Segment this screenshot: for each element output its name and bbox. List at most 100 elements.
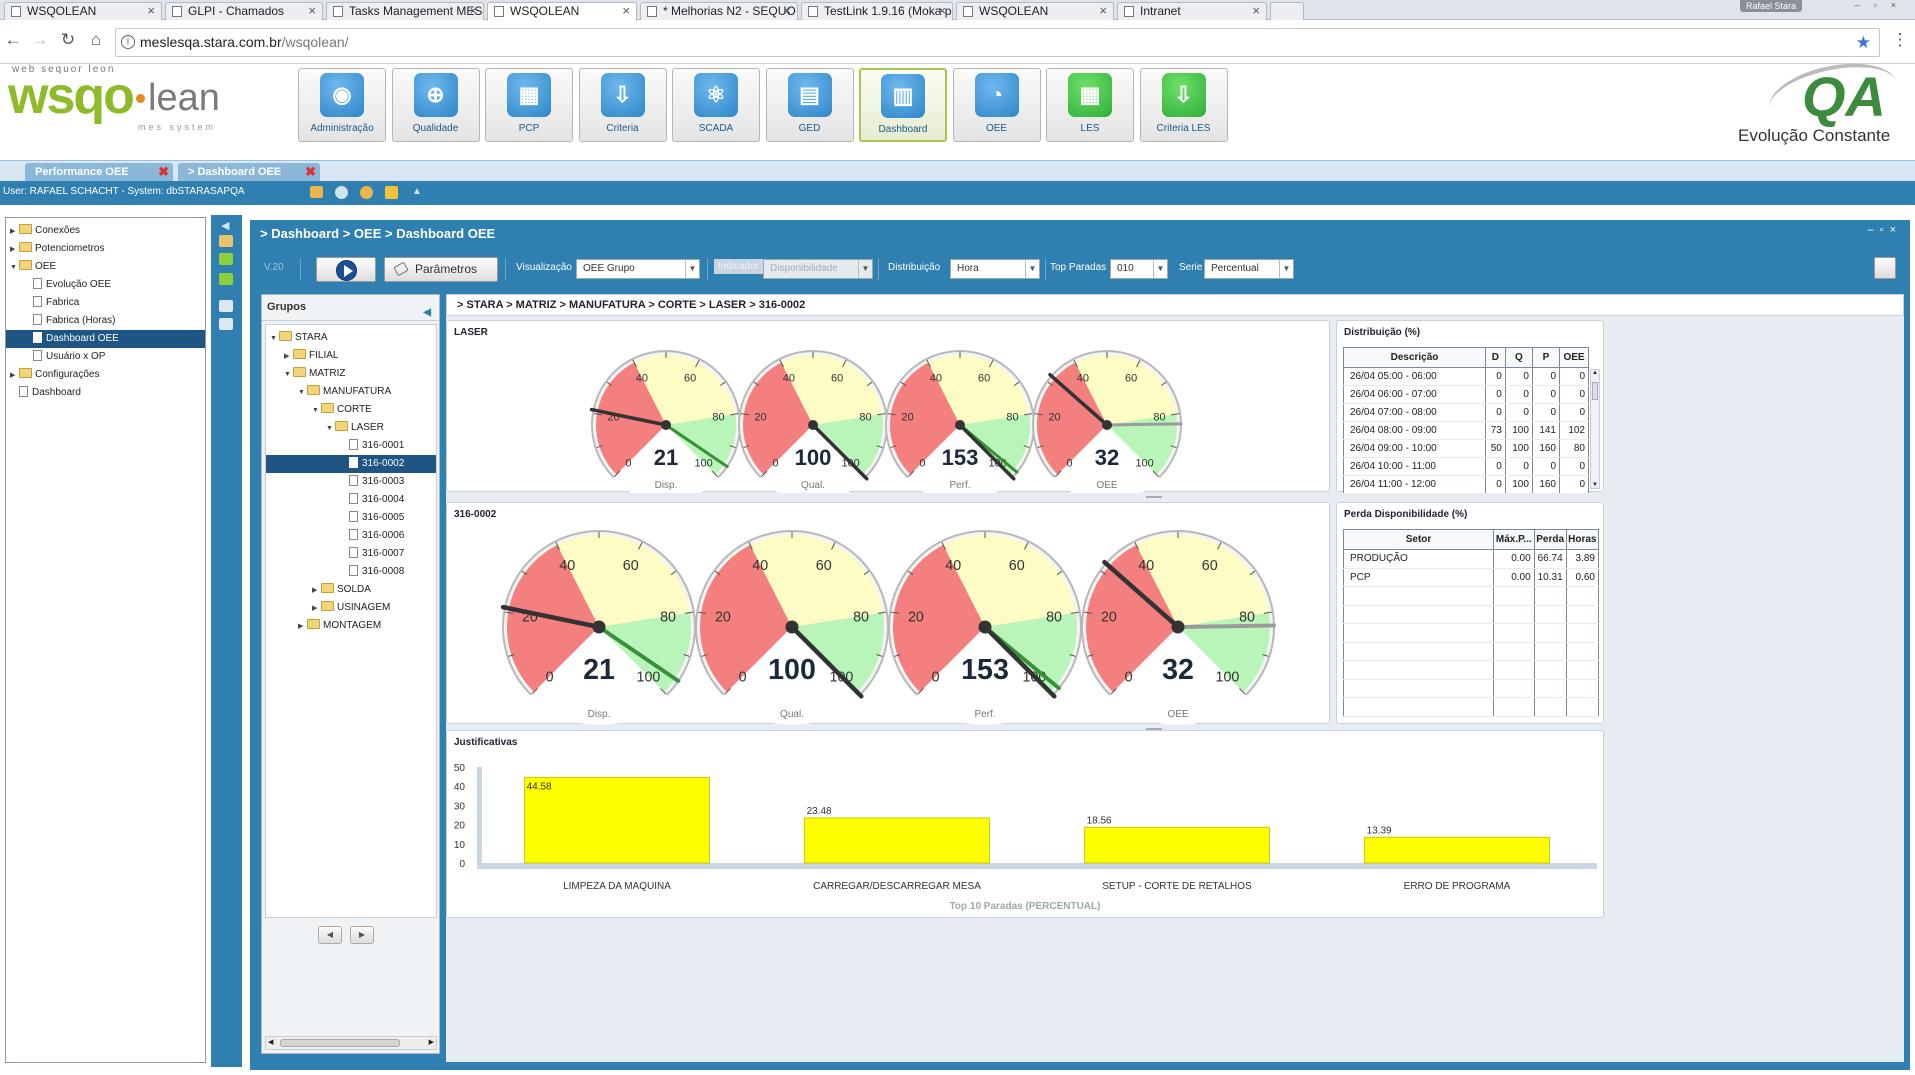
collapse-arrow-icon[interactable]: ▼ <box>284 366 293 384</box>
col-horas[interactable]: Horas <box>1565 529 1600 550</box>
table-row[interactable]: PRODUÇÃO 0.00 66.74 3.89 <box>1343 549 1600 569</box>
collapse-arrow-icon[interactable]: ▼ <box>10 259 19 277</box>
close-icon[interactable]: ✖ <box>305 163 316 181</box>
expand-arrow-icon[interactable]: ▶ <box>10 223 19 241</box>
export-button[interactable] <box>1874 257 1896 279</box>
col-q[interactable]: Q <box>1504 347 1533 368</box>
browser-tab-active[interactable]: WSQOLEAN × <box>487 2 637 21</box>
group-tree-item[interactable]: 316-0006 <box>266 527 436 545</box>
group-tree-item[interactable]: ▶ MONTAGEM <box>266 617 436 635</box>
group-tree-item[interactable]: ▼ LASER <box>266 419 436 437</box>
panel-window-controls[interactable]: –▫× <box>1868 224 1902 236</box>
expand-arrow-icon[interactable]: ▶ <box>10 241 19 259</box>
vertical-scrollbar[interactable]: ▲ ▼ <box>1590 369 1600 489</box>
nav-tree-item[interactable]: Dashboard <box>6 384 205 402</box>
close-icon[interactable]: × <box>469 3 477 19</box>
app-tab[interactable]: Performance OEE ✖ <box>25 163 173 182</box>
app-tab-active[interactable]: > Dashboard OEE ✖ <box>178 163 320 182</box>
back-icon[interactable]: ← <box>3 30 23 50</box>
module-button-dashboard[interactable]: ▥ Dashboard <box>859 68 947 142</box>
col-descricao[interactable]: Descrição <box>1343 347 1486 368</box>
new-tab-button[interactable] <box>1270 2 1304 20</box>
collapse-left-icon[interactable]: ◀ <box>423 301 431 325</box>
expand-arrow-icon[interactable]: ▶ <box>312 600 321 618</box>
group-tree-item[interactable]: ▼ MATRIZ <box>266 365 436 383</box>
nav-tree-item[interactable]: Usuário x OP <box>6 348 205 366</box>
bar[interactable] <box>524 776 710 864</box>
collapse-icon[interactable]: ▲ <box>412 181 422 203</box>
group-tree-item[interactable]: 316-0005 <box>266 509 436 527</box>
user-icon[interactable] <box>360 186 373 199</box>
info-icon[interactable]: i <box>121 35 135 49</box>
table-row[interactable]: 26/04 05:00 - 06:00 0 0 0 0 <box>1343 367 1589 386</box>
collapse-left-icon[interactable]: ◀ <box>221 219 235 232</box>
table-row[interactable]: 26/04 07:00 - 08:00 0 0 0 0 <box>1343 403 1589 422</box>
home-icon[interactable]: ⌂ <box>86 30 106 50</box>
group-tree-item[interactable]: ▼ CORTE <box>266 401 436 419</box>
close-icon[interactable]: × <box>1099 3 1107 19</box>
bookmark-star-icon[interactable]: ★ <box>1856 29 1871 56</box>
col-perda[interactable]: Perda <box>1533 529 1567 550</box>
expand-arrow-icon[interactable]: ▶ <box>298 618 307 636</box>
scroll-up-arrow[interactable]: ▲ <box>1592 370 1598 376</box>
help-icon[interactable] <box>335 186 348 199</box>
lock-icon[interactable] <box>219 235 233 247</box>
browser-tab[interactable]: TestLink 1.9.16 (Moka po × <box>801 2 953 20</box>
table-row[interactable]: 26/04 09:00 - 10:00 50 100 160 80 <box>1343 439 1589 458</box>
splitter[interactable] <box>1146 496 1162 498</box>
table-row[interactable]: 26/04 08:00 - 09:00 73 100 141 102 <box>1343 421 1589 440</box>
module-button-qualidade[interactable]: ⊕ Qualidade <box>391 68 480 142</box>
browser-tab[interactable]: Tasks Management MES × <box>326 2 484 20</box>
group-tree-item[interactable]: 316-0003 <box>266 473 436 491</box>
group-tree-item[interactable]: 316-0002 <box>266 455 436 473</box>
previous-button[interactable]: ◀ <box>318 926 342 944</box>
scroll-right-arrow[interactable]: ▶ <box>429 1038 434 1046</box>
table-row[interactable]: 26/04 06:00 - 07:00 0 0 0 0 <box>1343 385 1589 404</box>
nav-tree-item[interactable]: Evolução OEE <box>6 276 205 294</box>
table-row[interactable]: PCP 0.00 10.31 0.60 <box>1343 568 1600 588</box>
col-p[interactable]: P <box>1531 347 1561 368</box>
module-button-ged[interactable]: ▤ GED <box>765 68 854 142</box>
export-icon[interactable] <box>310 186 323 198</box>
menu-icon[interactable]: ⋮ <box>1890 30 1910 50</box>
next-button[interactable]: ▶ <box>350 926 374 944</box>
col-setor[interactable]: Setor <box>1343 529 1494 550</box>
bar[interactable] <box>1084 826 1270 864</box>
play-button[interactable] <box>316 257 376 282</box>
scroll-left-arrow[interactable]: ◀ <box>268 1038 273 1046</box>
bar[interactable] <box>804 817 990 864</box>
browser-tab[interactable]: Intranet × <box>1117 2 1267 20</box>
collapse-arrow-icon[interactable]: ▼ <box>298 384 307 402</box>
module-button-criteria-les[interactable]: ⇩ Criteria LES <box>1139 68 1228 142</box>
browser-tab[interactable]: WSQOLEAN × <box>956 2 1114 20</box>
collapse-arrow-icon[interactable]: ▼ <box>312 402 321 420</box>
visualizacao-select[interactable]: OEE Grupo ▼ <box>576 259 700 279</box>
nav-tree-item[interactable]: ▶ Configurações <box>6 366 205 384</box>
table-row[interactable]: 26/04 10:00 - 11:00 0 0 0 0 <box>1343 457 1589 476</box>
close-icon[interactable]: × <box>147 3 155 19</box>
nav-tree-item[interactable]: ▼ OEE <box>6 258 205 276</box>
group-tree-item[interactable]: ▼ MANUFATURA <box>266 383 436 401</box>
stack-icon[interactable] <box>219 300 233 312</box>
module-button-scada[interactable]: ⚛ SCADA <box>672 68 760 142</box>
module-button-criteria[interactable]: ⇩ Criteria <box>578 68 667 142</box>
table-row[interactable]: 26/04 11:00 - 12:00 0 100 160 0 <box>1343 475 1589 494</box>
shrink-icon[interactable] <box>219 273 233 285</box>
parameters-button[interactable]: Parâmetros <box>384 257 498 282</box>
nav-tree-item[interactable]: ▶ Conexões <box>6 222 205 240</box>
close-icon[interactable]: ✖ <box>158 163 169 181</box>
nav-tree-item[interactable]: Fabrica (Horas) <box>6 312 205 330</box>
close-icon[interactable]: × <box>1252 3 1260 19</box>
browser-tab[interactable]: WSQOLEAN × <box>4 2 162 20</box>
collapse-arrow-icon[interactable]: ▼ <box>270 330 279 348</box>
browser-tab[interactable]: GLPI - Chamados × <box>165 2 323 20</box>
collapse-arrow-icon[interactable]: ▼ <box>326 420 335 438</box>
serie-select[interactable]: Percentual ▼ <box>1204 259 1294 279</box>
nav-tree-item[interactable]: ▶ Potenciometros <box>6 240 205 258</box>
close-icon[interactable]: × <box>308 3 316 19</box>
group-tree-item[interactable]: 316-0007 <box>266 545 436 563</box>
list-icon[interactable] <box>219 318 233 330</box>
group-tree-item[interactable]: 316-0008 <box>266 563 436 581</box>
module-button-oee[interactable]: ◔ OEE <box>952 68 1041 142</box>
expand-arrow-icon[interactable]: ▶ <box>10 367 19 385</box>
